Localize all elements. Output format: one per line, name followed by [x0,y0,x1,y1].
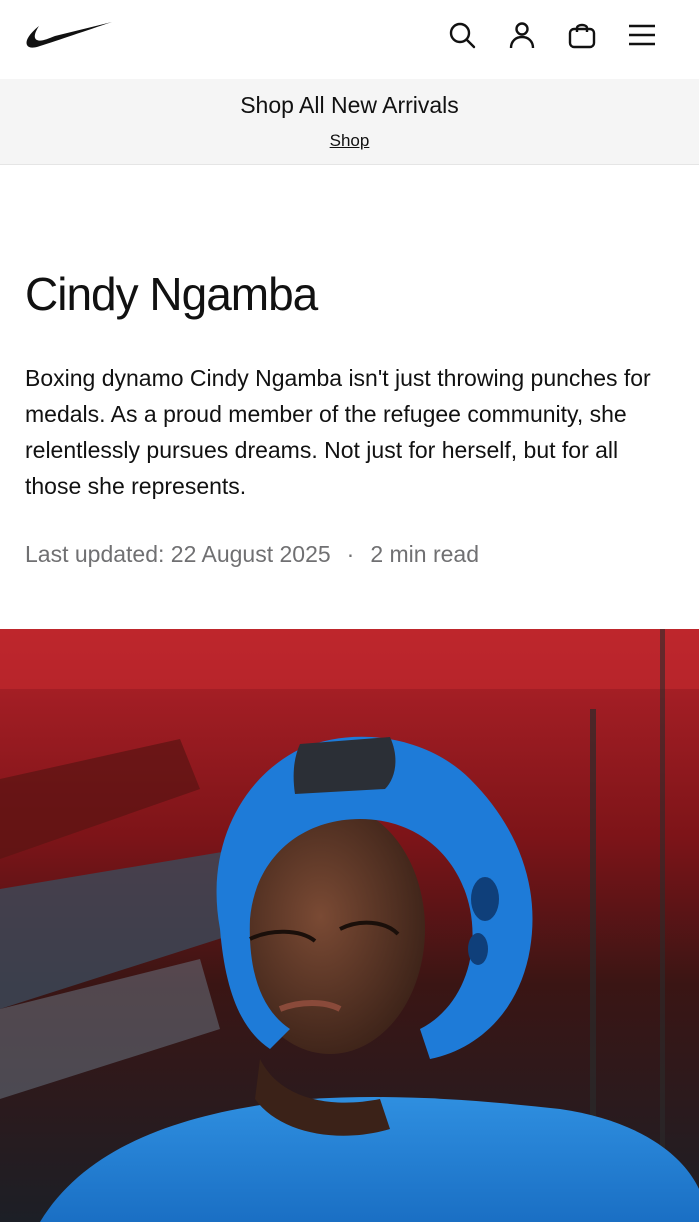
article-intro: Boxing dynamo Cindy Ngamba isn't just th… [25,365,651,499]
promo-shop-link[interactable]: Shop [330,131,370,150]
swoosh-logo[interactable] [25,18,113,52]
menu-icon[interactable] [624,17,659,52]
promo-banner: Shop All New Arrivals Shop [0,79,699,165]
search-icon[interactable] [444,17,479,52]
meta-separator: · [346,541,355,567]
hero-image [0,629,699,1222]
promo-title: Shop All New Arrivals [240,92,459,118]
top-navigation [0,0,699,79]
last-updated: Last updated: 22 August 2025 [25,541,331,567]
user-icon[interactable] [504,17,539,52]
read-time: 2 min read [370,541,479,567]
bag-icon[interactable] [564,17,599,52]
header-icon-group [444,17,659,52]
article-title: Cindy Ngamba [25,268,318,320]
article-meta: Last updated: 22 August 2025 · 2 min rea… [25,541,479,568]
